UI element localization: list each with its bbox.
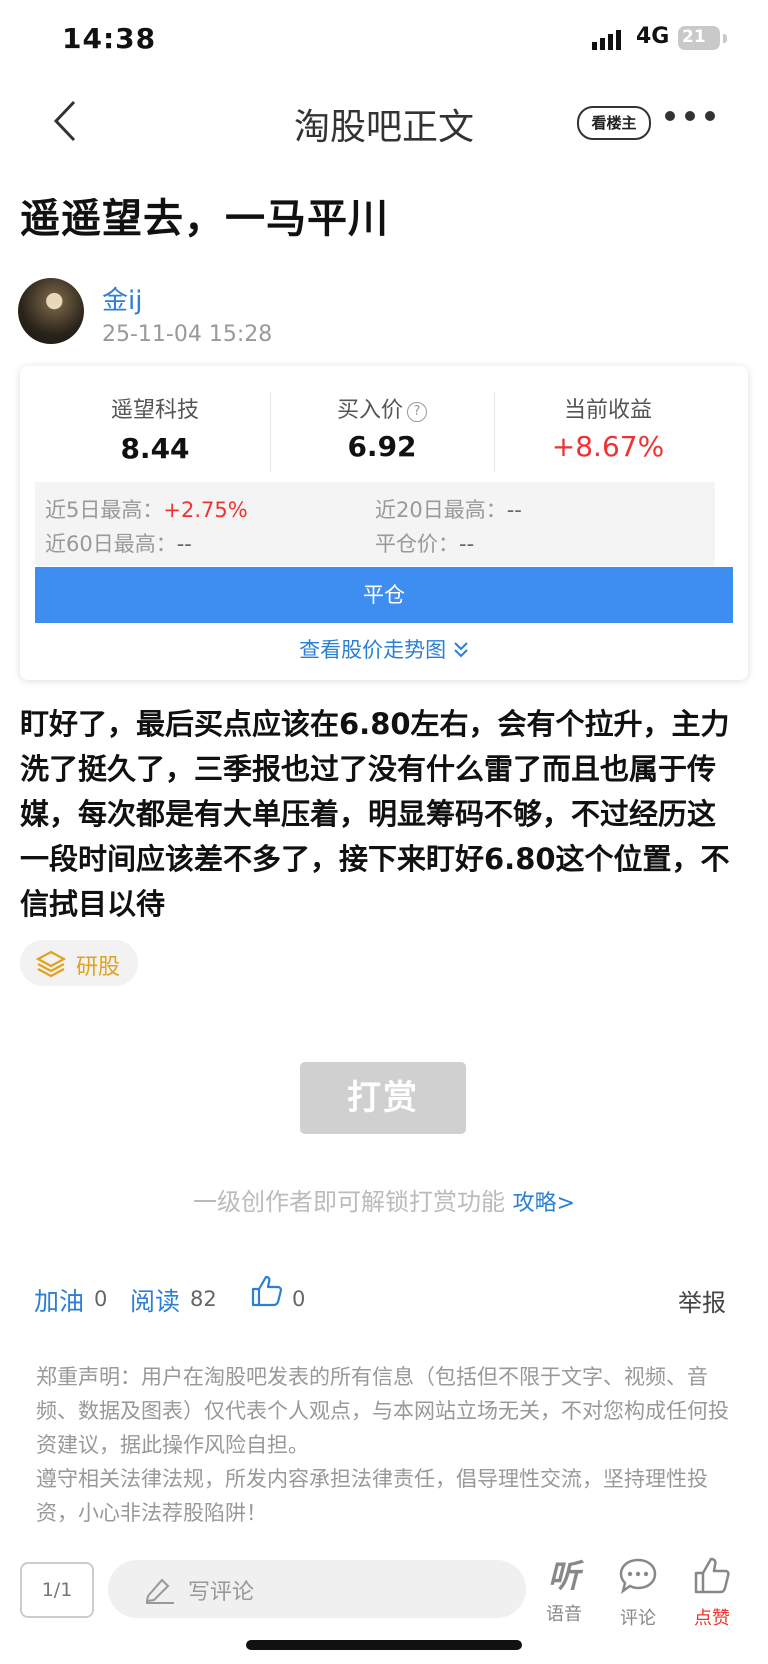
battery-icon: 21	[678, 26, 720, 50]
voice-button[interactable]: 听 语音	[534, 1556, 594, 1626]
high5-stat: 近5日最高：+2.75%	[45, 498, 248, 522]
like-label: 点赞	[694, 1608, 730, 1629]
high60-stat: 近60日最高：--	[45, 532, 192, 556]
disclaimer: 郑重声明：用户在淘股吧发表的所有信息（包括但不限于文字、视频、音频、数据及图表）…	[36, 1360, 736, 1530]
author-name[interactable]: 金ij	[102, 280, 142, 317]
comment-button[interactable]: 评论	[608, 1556, 668, 1630]
close-position-button[interactable]: 平仓	[35, 567, 733, 623]
thumbs-up-icon	[694, 1557, 730, 1594]
cheer-count: 0	[94, 1287, 108, 1311]
home-indicator[interactable]	[246, 1640, 522, 1650]
network-type: 4G	[636, 24, 670, 49]
page-title: 淘股吧正文	[293, 107, 474, 148]
layers-icon	[36, 950, 66, 978]
post-body: 盯好了，最后买点应该在6.80左右，会有个拉升，主力洗了挺久了，三季报也过了没有…	[20, 707, 730, 921]
guide-link[interactable]: 攻略>	[513, 1191, 575, 1216]
stock-name[interactable]: 遥望科技	[35, 392, 275, 424]
stock-price: 8.44	[120, 432, 190, 465]
like-button[interactable]: 点赞	[682, 1556, 742, 1630]
pen-icon	[145, 1578, 174, 1604]
close-price-stat: 平仓价：--	[375, 532, 475, 556]
comment-input[interactable]: 写评论	[108, 1560, 526, 1618]
thumbs-up-icon[interactable]	[250, 1274, 284, 1308]
buy-price: 6.92	[347, 430, 417, 463]
comment-label: 评论	[620, 1608, 656, 1629]
comment-placeholder: 写评论	[188, 1580, 255, 1605]
signal-icon	[592, 30, 621, 50]
tag-chip[interactable]: 研股	[20, 940, 138, 986]
post-title: 遥遥望去，一马平川	[20, 196, 389, 242]
post-time: 25-11-04 15:28	[102, 322, 273, 347]
disclaimer-line: 郑重声明：用户在淘股吧发表的所有信息（包括但不限于文字、视频、音频、数据及图表）…	[36, 1365, 729, 1457]
double-chevron-down-icon	[454, 642, 468, 658]
report-button[interactable]: 举报	[678, 1283, 726, 1318]
high20-stat: 近20日最高：--	[375, 498, 522, 522]
buy-price-label: 买入价?	[262, 392, 502, 424]
read-count: 82	[190, 1287, 217, 1311]
view-trend-link[interactable]: 查看股价走势图	[0, 634, 768, 664]
disclaimer-line: 遵守相关法律法规，所发内容承担法律责任，倡导理性交流，坚持理性投资，小心非法荐股…	[36, 1467, 708, 1525]
battery-level: 21	[682, 27, 706, 47]
view-author-only-button[interactable]: 看楼主	[577, 106, 651, 140]
more-icon[interactable]	[664, 110, 716, 122]
read-label: 阅读	[130, 1287, 181, 1316]
page-indicator[interactable]: 1/1	[20, 1562, 94, 1618]
help-icon[interactable]: ?	[407, 402, 427, 422]
tag-label: 研股	[76, 955, 121, 980]
reward-button[interactable]: 打赏	[300, 1062, 466, 1134]
current-return: +8.67%	[551, 430, 665, 463]
voice-label: 语音	[546, 1604, 582, 1625]
status-time: 14:38	[62, 22, 157, 55]
comment-icon	[619, 1558, 657, 1594]
battery-nub	[723, 34, 727, 43]
avatar[interactable]	[18, 278, 84, 344]
current-return-label: 当前收益	[563, 398, 652, 423]
reward-tip: 一级创作者即可解锁打赏功能 攻略>	[192, 1188, 576, 1216]
like-count: 0	[292, 1287, 306, 1311]
listen-icon: 听	[547, 1557, 580, 1595]
cheer-label[interactable]: 加油	[34, 1282, 84, 1318]
